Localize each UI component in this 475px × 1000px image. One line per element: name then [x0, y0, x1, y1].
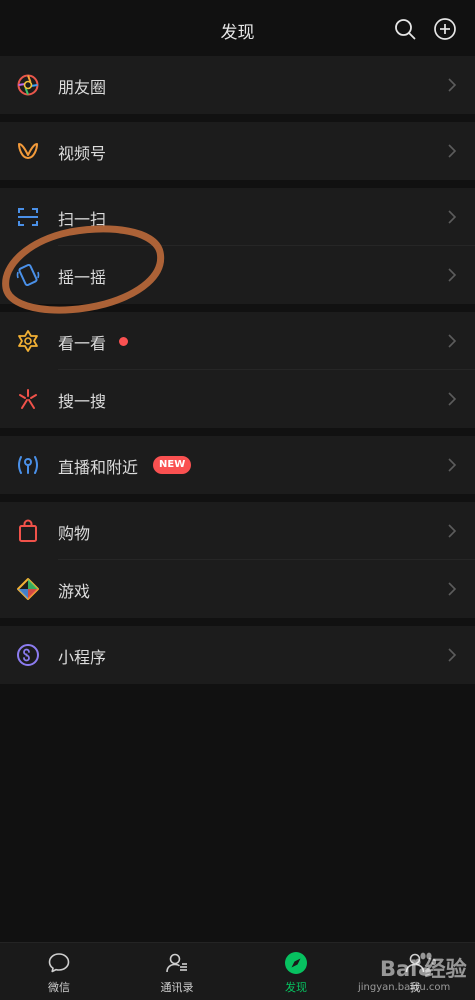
menu-item-shake[interactable]: 摇一摇 [0, 246, 475, 304]
group-channels: 视频号 [0, 122, 475, 180]
unread-dot [119, 337, 128, 346]
contacts-icon [166, 953, 187, 973]
tab-discover[interactable]: 发现 [237, 943, 355, 1000]
watermark: Bai 经验 jingyan.baidu.com [356, 946, 475, 1000]
chevron-right-icon [448, 334, 457, 348]
menu-item-channels[interactable]: 视频号 [0, 122, 475, 180]
mini-program-icon [17, 644, 39, 666]
chevron-right-icon [448, 210, 457, 224]
channels-icon [18, 143, 38, 159]
group-scan-shake: 扫一扫 摇一摇 [0, 188, 475, 304]
menu-item-label: 游戏 [58, 582, 91, 601]
group-moments: 朋友圈 [0, 56, 475, 114]
menu-item-label: 扫一扫 [58, 210, 107, 229]
chevron-right-icon [448, 582, 457, 596]
games-icon [17, 578, 39, 600]
tab-label: 发现 [285, 981, 307, 994]
menu-item-label: 看一看 [58, 334, 107, 353]
chat-bubble-icon [48, 953, 70, 973]
watermark-url: jingyan.baidu.com [358, 982, 451, 993]
group-stories-search: 看一看 搜一搜 [0, 312, 475, 428]
top-bar: 发现 [0, 0, 475, 56]
chevron-right-icon [448, 268, 457, 282]
new-badge: NEW [153, 456, 192, 474]
group-shopping-games: 购物 游戏 [0, 502, 475, 618]
menu-item-label: 搜一搜 [58, 392, 107, 411]
group-live: 直播和附近 NEW [0, 436, 475, 494]
group-mini-programs: 小程序 [0, 626, 475, 684]
chevron-right-icon [448, 524, 457, 538]
menu-item-shopping[interactable]: 购物 [0, 502, 475, 560]
menu-item-search[interactable]: 搜一搜 [0, 370, 475, 428]
moments-icon [17, 74, 39, 96]
chevron-right-icon [448, 458, 457, 472]
menu-item-label: 朋友圈 [58, 78, 107, 97]
menu-item-scan[interactable]: 扫一扫 [0, 188, 475, 246]
menu-item-label: 摇一摇 [58, 268, 107, 287]
live-icon [18, 456, 38, 474]
menu-item-games[interactable]: 游戏 [0, 560, 475, 618]
tab-label: 微信 [48, 981, 70, 994]
chevron-right-icon [448, 392, 457, 406]
menu-item-mini-programs[interactable]: 小程序 [0, 626, 475, 684]
search-sparkle-icon [19, 389, 37, 409]
scan-icon [18, 208, 38, 226]
chevron-right-icon [448, 648, 457, 662]
tab-chats[interactable]: 微信 [0, 943, 118, 1000]
menu-item-label: 购物 [58, 524, 91, 543]
watermark-brand: Bai 经验 [380, 957, 467, 981]
menu-item-label: 直播和附近 [58, 458, 139, 477]
menu-item-top-stories[interactable]: 看一看 [0, 312, 475, 370]
menu-item-moments[interactable]: 朋友圈 [0, 56, 475, 114]
shopping-bag-icon [19, 519, 37, 542]
chevron-right-icon [448, 78, 457, 92]
add-icon[interactable] [433, 17, 457, 41]
top-stories-icon [18, 330, 38, 352]
menu-item-live-nearby[interactable]: 直播和附近 NEW [0, 436, 475, 494]
compass-icon [285, 952, 307, 974]
chevron-right-icon [448, 144, 457, 158]
menu-item-label: 小程序 [58, 648, 107, 667]
menu-item-label: 视频号 [58, 144, 107, 163]
tab-contacts[interactable]: 通讯录 [118, 943, 236, 1000]
tab-label: 通讯录 [160, 981, 194, 994]
shake-icon [16, 263, 40, 287]
search-icon[interactable] [393, 17, 417, 41]
